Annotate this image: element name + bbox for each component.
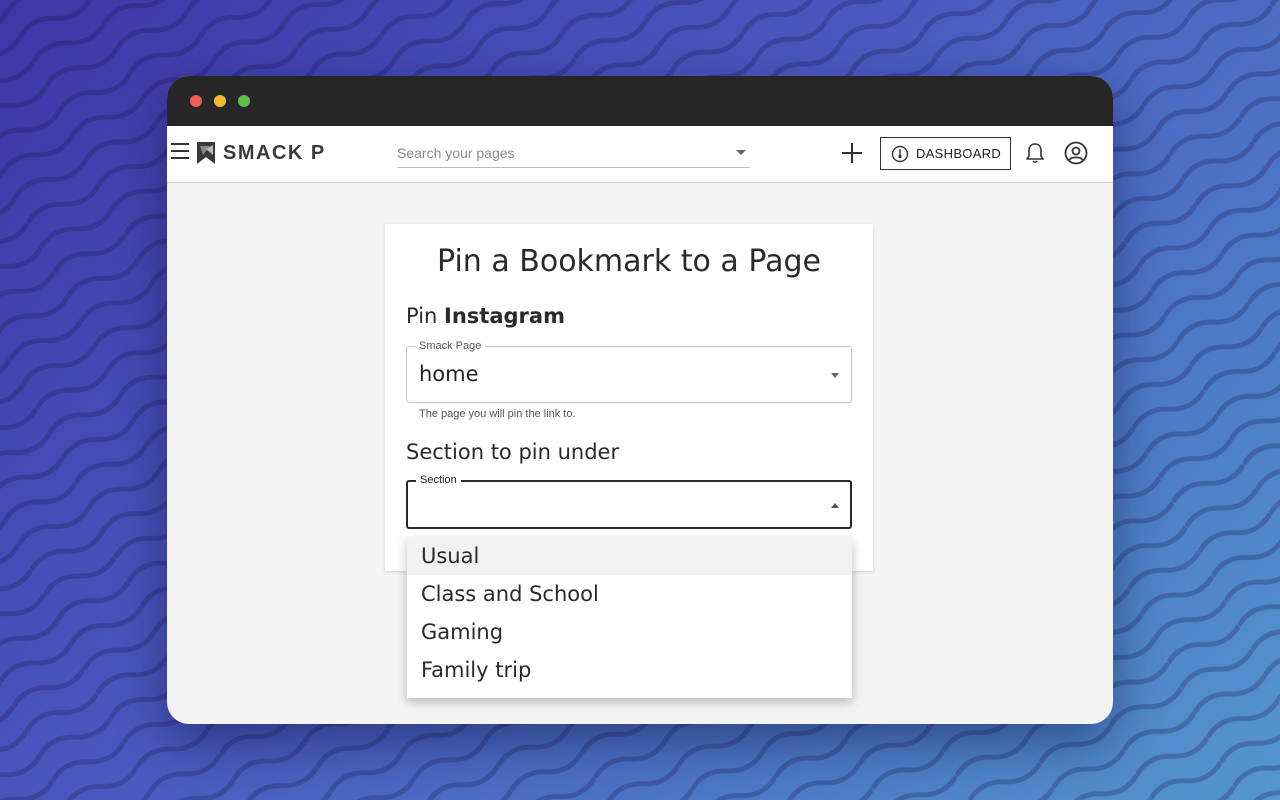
maximize-window-button[interactable]	[238, 95, 250, 107]
search-input[interactable]	[397, 142, 717, 164]
pin-prefix: Pin	[406, 304, 438, 328]
plus-icon[interactable]	[841, 142, 863, 164]
section-option-class-and-school[interactable]: Class and School	[407, 575, 852, 613]
chevron-up-icon	[831, 503, 839, 508]
dashboard-gauge-icon	[891, 145, 909, 162]
browser-window: SMACK P DASHBOARD Pin a Bookmar	[167, 76, 1113, 724]
logo-icon	[197, 142, 215, 164]
section-option-gaming[interactable]: Gaming	[407, 613, 852, 651]
section-label: Section	[416, 474, 461, 486]
brand-name[interactable]: SMACK P	[223, 142, 326, 165]
dashboard-button-label: DASHBOARD	[916, 146, 1002, 161]
section-select[interactable]: Section	[406, 474, 852, 529]
smack-page-select[interactable]: Smack Page home	[406, 340, 852, 403]
chevron-down-icon	[831, 373, 839, 378]
smack-page-value: home	[419, 362, 479, 386]
section-option-usual[interactable]: Usual	[407, 537, 852, 575]
menu-icon[interactable]	[171, 143, 191, 163]
smack-page-label: Smack Page	[415, 340, 486, 352]
pin-target-line: Pin Instagram	[406, 304, 565, 328]
dropdown-caret-icon[interactable]	[736, 150, 746, 155]
minimize-window-button[interactable]	[214, 95, 226, 107]
pin-bookmark-dialog: Pin a Bookmark to a Page Pin Instagram S…	[385, 224, 873, 571]
smack-page-helper-text: The page you will pin the link to.	[419, 408, 576, 420]
dashboard-button[interactable]: DASHBOARD	[880, 137, 1011, 170]
section-option-family-trip[interactable]: Family trip	[407, 651, 852, 689]
account-icon[interactable]	[1064, 141, 1088, 165]
search-bar[interactable]	[397, 142, 750, 168]
window-titlebar	[167, 76, 1113, 126]
section-heading: Section to pin under	[406, 440, 620, 464]
app-header: SMACK P DASHBOARD	[167, 126, 1113, 183]
dialog-title: Pin a Bookmark to a Page	[437, 244, 821, 279]
section-options-menu: Usual Class and School Gaming Family tri…	[407, 537, 852, 698]
bell-icon[interactable]	[1024, 141, 1046, 165]
pin-target-name: Instagram	[444, 304, 565, 328]
close-window-button[interactable]	[190, 95, 202, 107]
